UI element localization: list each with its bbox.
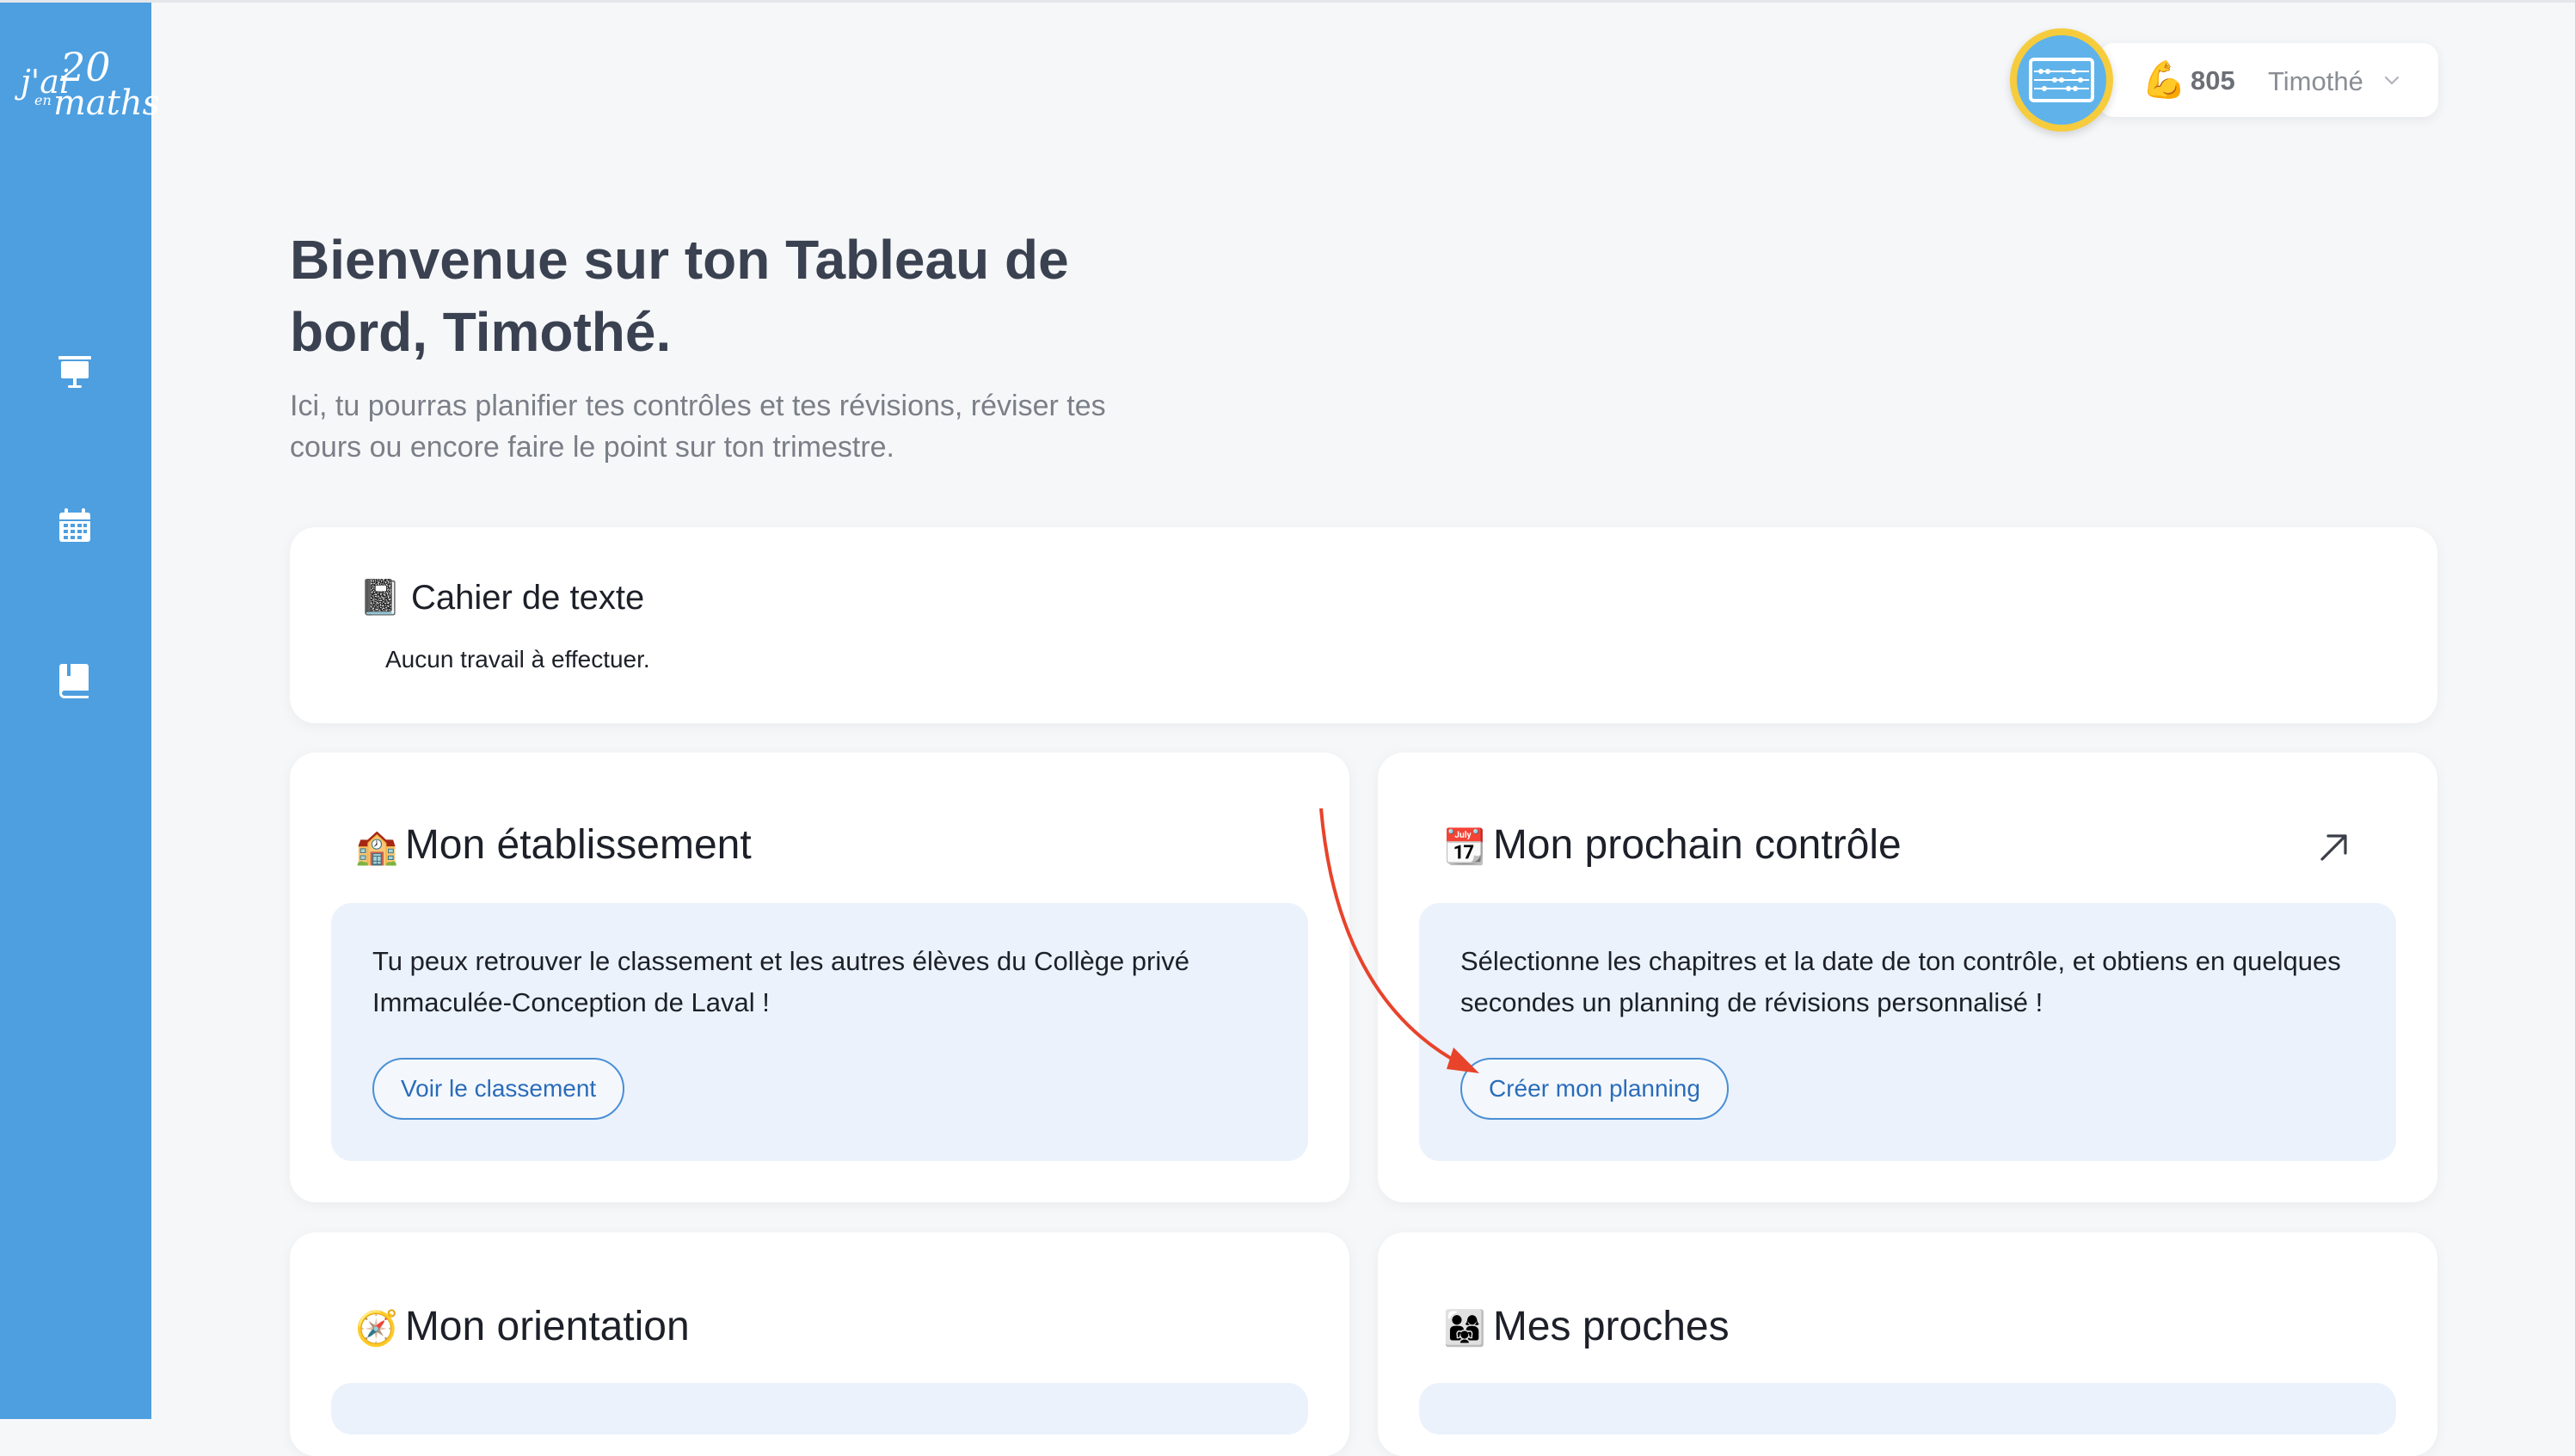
logo-text: en [34, 92, 52, 108]
cahier-title-text: Cahier de texte [410, 579, 645, 617]
notebook-icon: 📓 [359, 579, 402, 617]
controle-title-text: Mon prochain contrôle [1492, 822, 1902, 868]
proches-info-box [1419, 1383, 2396, 1434]
etablissement-text: Tu peux retrouver le classement et les a… [372, 946, 1189, 1017]
points-count: 805 [2191, 65, 2235, 95]
controle-text: Sélectionne les chapitres et la date de … [1460, 946, 2341, 1017]
page-title: Bienvenue sur ton Tableau de bord, Timot… [290, 229, 1069, 363]
orientation-title-text: Mon orientation [404, 1304, 690, 1349]
proches-title: 👨‍👩‍👧 Mes proches [1443, 1303, 1730, 1350]
logo-text: maths [53, 83, 161, 123]
etablissement-title-text: Mon établissement [404, 822, 752, 868]
abacus-avatar-icon [2017, 35, 2106, 125]
orientation-info-box [331, 1383, 1308, 1434]
top-border [0, 0, 2575, 3]
controle-info-box: Sélectionne les chapitres et la date de … [1419, 903, 2396, 1161]
orientation-title: 🧭 Mon orientation [355, 1303, 690, 1350]
calendar-icon[interactable] [53, 505, 96, 548]
proches-title-text: Mes proches [1492, 1304, 1730, 1349]
cahier-card: 📓 Cahier de texte Aucun travail à effect… [290, 527, 2437, 723]
controle-card: 📆 Mon prochain contrôle Sélectionne les c… [1378, 753, 2437, 1202]
cahier-empty-text: Aucun travail à effectuer. [385, 646, 650, 673]
orientation-card: 🧭 Mon orientation [290, 1232, 1349, 1456]
arrow-up-right-icon[interactable] [2315, 828, 2353, 866]
flexed-biceps-icon: 💪 [2142, 59, 2187, 100]
book-icon[interactable] [53, 659, 96, 702]
presentation-board-icon[interactable] [53, 351, 96, 394]
family-icon: 👨‍👩‍👧 [1443, 1310, 1486, 1348]
controle-title: 📆 Mon prochain contrôle [1443, 821, 1902, 869]
compass-icon: 🧭 [355, 1310, 398, 1348]
etablissement-card: 🏫 Mon établissement Tu peux retrouver le … [290, 753, 1349, 1202]
sidebar: j'ai 20 en maths [0, 3, 160, 1419]
page-subtitle: Ici, tu pourras planifier tes contrôles … [290, 390, 1106, 464]
etablissement-title: 🏫 Mon établissement [355, 821, 752, 869]
voir-classement-button[interactable]: Voir le classement [372, 1058, 625, 1120]
proches-card: 👨‍👩‍👧 Mes proches [1378, 1232, 2437, 1456]
logo[interactable]: j'ai 20 en maths [15, 44, 160, 126]
creer-planning-button[interactable]: Créer mon planning [1460, 1058, 1729, 1120]
etablissement-info-box: Tu peux retrouver le classement et les a… [331, 903, 1308, 1161]
chevron-down-icon [2384, 76, 2400, 85]
avatar[interactable] [2010, 28, 2113, 132]
cahier-title: 📓 Cahier de texte [359, 577, 644, 617]
username: Timothé [2268, 66, 2363, 96]
calendar-emoji-icon: 📆 [1443, 828, 1486, 866]
school-icon: 🏫 [355, 828, 398, 866]
user-menu[interactable]: 💪 805 Timothé [2099, 43, 2438, 117]
